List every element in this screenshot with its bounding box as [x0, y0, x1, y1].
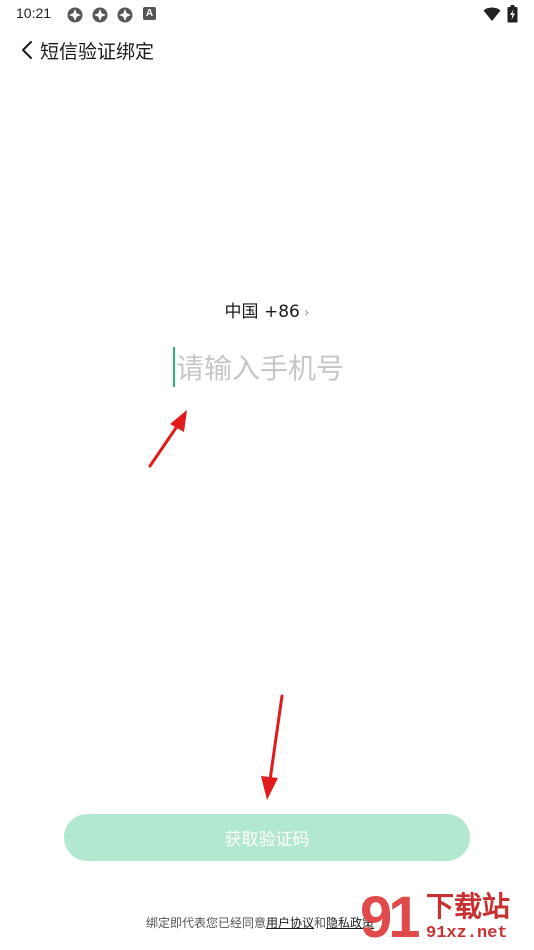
watermark-domain: 91xz.net [426, 924, 508, 943]
header: 短信验证绑定 [0, 30, 534, 70]
user-agreement-link[interactable]: 用户协议 [266, 916, 314, 930]
battery-icon [507, 5, 518, 23]
text-cursor [173, 347, 175, 387]
annotation-arrow-icon [261, 694, 284, 800]
annotation-arrow-icon [148, 410, 187, 468]
site-watermark: 91 下载站 91xz.net [360, 888, 534, 950]
watermark-number: 91 [360, 885, 420, 950]
agreement-notice: 绑定即代表您已经同意用户协议和隐私政策 [146, 914, 374, 931]
app-notification-icon [116, 6, 134, 24]
watermark-site-name: 下载站 [426, 890, 511, 923]
country-code-selector[interactable]: 中国 +86 › [0, 297, 534, 322]
app-notification-icon [91, 6, 109, 24]
chevron-left-icon [22, 41, 32, 59]
app-notification-icon [66, 6, 84, 24]
a-badge-icon: A [143, 7, 156, 20]
status-time: 10:21 [16, 5, 52, 21]
agreement-prefix: 绑定即代表您已经同意 [146, 916, 267, 930]
get-verification-code-button[interactable]: 获取验证码 [64, 814, 470, 861]
country-code-label: 中国 +86 [224, 302, 300, 322]
status-bar: 10:21 A [0, 0, 534, 28]
page-title: 短信验证绑定 [40, 41, 155, 63]
agreement-and: 和 [314, 916, 327, 930]
phone-number-input[interactable] [170, 344, 376, 392]
wifi-icon [483, 6, 501, 22]
back-button[interactable] [16, 38, 38, 62]
chevron-right-icon: › [303, 305, 310, 321]
